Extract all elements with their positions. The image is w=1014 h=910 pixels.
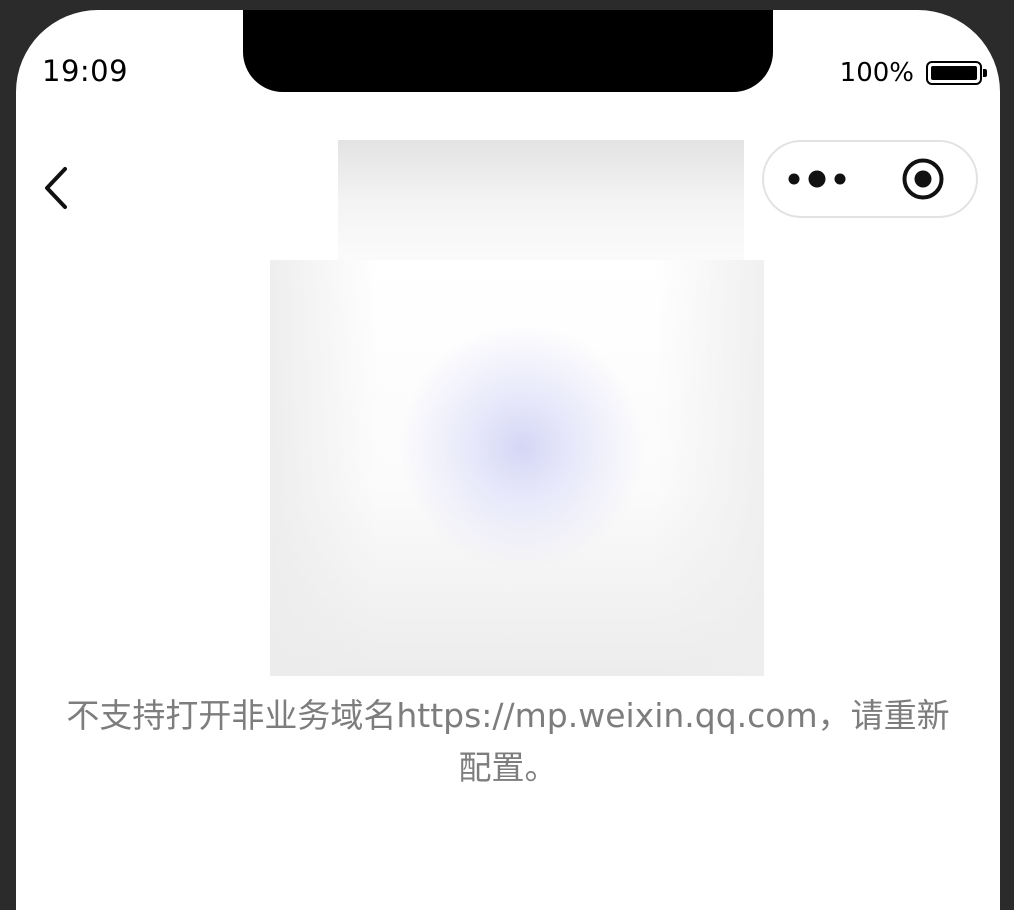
- phone-screen: 19:09 100% 不支持打开非业务域名https://mp.weixin.q: [16, 10, 1000, 910]
- battery-percent: 100%: [839, 58, 914, 88]
- record-circle-icon: [902, 158, 944, 200]
- status-right: 100%: [839, 58, 987, 88]
- blurred-placeholder-image: [270, 140, 764, 676]
- illustration-body: [270, 260, 764, 676]
- chevron-left-icon: [45, 167, 67, 209]
- battery-icon: [926, 61, 987, 85]
- device-notch: [243, 10, 773, 92]
- close-miniprogram-button[interactable]: [870, 142, 976, 216]
- back-button[interactable]: [36, 158, 76, 218]
- error-message: 不支持打开非业务域名https://mp.weixin.qq.com，请重新配置…: [66, 696, 950, 787]
- more-dots-icon: [788, 170, 846, 188]
- menu-capsule: [762, 140, 978, 218]
- more-button[interactable]: [764, 142, 870, 216]
- status-time: 19:09: [42, 54, 129, 88]
